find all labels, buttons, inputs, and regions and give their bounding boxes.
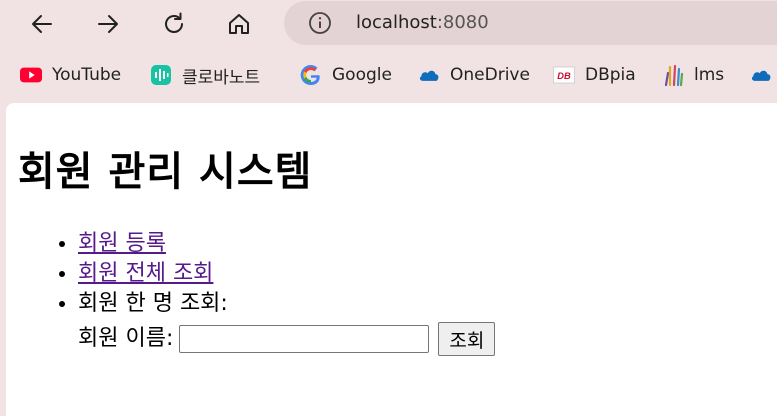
url-text[interactable]: localhost:8080	[356, 12, 489, 33]
forward-button[interactable]	[91, 7, 125, 41]
bookmark-label: OneDrive	[450, 65, 530, 85]
bookmark-clova-note[interactable]: 클로바노트	[150, 58, 260, 92]
bookmark-onedrive[interactable]: OneDrive	[418, 58, 530, 92]
reload-icon	[165, 12, 183, 33]
bookmark-label: DBpia	[585, 65, 636, 85]
bookmarks-bar: YouTube 클로바노트 Google OneDrive DB DBpia l…	[0, 58, 777, 92]
bookmark-lms[interactable]: lms	[662, 58, 724, 92]
menu-item-list-all: 회원 전체 조회	[78, 259, 495, 289]
bookmark-dbpia[interactable]: DB DBpia	[553, 58, 636, 92]
member-name-input[interactable]	[179, 325, 430, 353]
site-info-icon[interactable]	[308, 11, 332, 35]
clova-note-icon	[150, 64, 172, 86]
register-member-link[interactable]: 회원 등록	[78, 231, 166, 256]
google-icon	[300, 64, 322, 86]
bookmark-google[interactable]: Google	[300, 58, 392, 92]
bookmark-youtube[interactable]: YouTube	[20, 58, 121, 92]
member-name-label: 회원 이름:	[78, 326, 174, 351]
search-member-button[interactable]: 조회	[438, 322, 496, 356]
back-button[interactable]	[25, 7, 59, 41]
bookmark-label: YouTube	[52, 65, 122, 85]
browser-toolbar: localhost:8080	[0, 0, 777, 48]
bookmark-label: lms	[694, 65, 725, 85]
home-icon	[229, 14, 249, 34]
lms-icon	[662, 64, 684, 87]
dbpia-icon: DB	[553, 64, 575, 86]
onedrive-icon	[750, 64, 772, 86]
bookmark-overflow[interactable]	[750, 58, 777, 92]
page-title: 회원 관리 시스템	[18, 149, 313, 195]
page-content: 회원 관리 시스템 회원 등록 회원 전체 조회 회원 한 명 조회: 회원 이…	[6, 103, 777, 416]
url-port: :8080	[436, 12, 489, 33]
url-host: localhost	[356, 12, 437, 33]
forward-arrow-icon	[98, 15, 118, 33]
lookup-form: 회원 이름: 조회	[78, 321, 496, 357]
bookmark-label: 클로바노트	[182, 67, 261, 88]
browser-window: localhost:8080 YouTube 클로바노트 Google OneD…	[0, 0, 777, 416]
svg-text:DB: DB	[557, 71, 571, 81]
find-one-label: 회원 한 명 조회:	[78, 291, 228, 316]
onedrive-icon	[418, 64, 440, 86]
home-button[interactable]	[222, 7, 256, 41]
back-arrow-icon	[32, 15, 52, 33]
address-bar[interactable]: localhost:8080	[284, 1, 777, 45]
reload-button[interactable]	[157, 7, 191, 41]
menu-item-find-one: 회원 한 명 조회: 회원 이름: 조회	[78, 289, 496, 357]
member-menu: 회원 등록 회원 전체 조회 회원 한 명 조회: 회원 이름: 조회	[6, 229, 496, 357]
menu-item-register: 회원 등록	[78, 229, 495, 259]
list-all-members-link[interactable]: 회원 전체 조회	[78, 261, 213, 286]
bookmark-label: Google	[332, 65, 392, 85]
youtube-icon	[20, 64, 42, 86]
